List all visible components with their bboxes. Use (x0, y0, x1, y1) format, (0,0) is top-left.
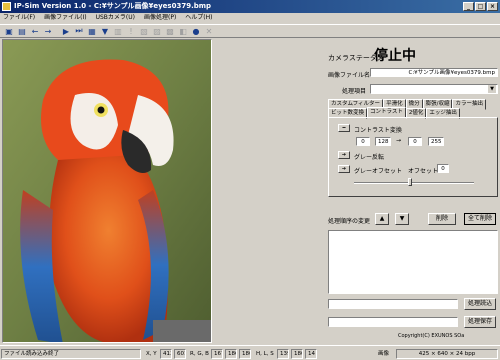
rgb-label: R, G, B (190, 351, 209, 357)
x-value: 413 (160, 349, 172, 359)
dropdown-arrow-icon: ▼ (488, 85, 496, 93)
menu-image-file[interactable]: 画像ファイル(I) (44, 13, 86, 23)
gray-invert-label: グレー反転 (354, 154, 385, 161)
back-arrow-icon[interactable]: ← (29, 25, 41, 37)
parrot-image (3, 40, 211, 342)
menu-usb-camera[interactable]: USBカメラ(U) (96, 13, 135, 23)
camera-icon[interactable]: ◧ (177, 25, 189, 37)
input-high-field[interactable]: 128 (375, 137, 391, 146)
image-view[interactable] (2, 39, 212, 343)
status-bar: ファイル読み込み終了 X, Y 413 601 R, G, B 167 186 … (0, 345, 500, 360)
y-value: 601 (174, 349, 186, 359)
title-bar: IP-Sim Version 1.0 - C:¥サンプル画像¥eyes0379.… (0, 0, 500, 13)
image-size-label: 画像 (378, 351, 390, 357)
gray-offset-label: グレーオフセット (354, 168, 403, 175)
h-value: 139 (277, 349, 289, 359)
image-size-value: 425 × 640 × 24 bpp (396, 349, 498, 359)
maximize-button[interactable]: □ (475, 2, 486, 11)
menu-bar: ファイル(F) 画像ファイル(I) USBカメラ(U) 画像処理(P) ヘルプ(… (0, 13, 500, 23)
copyright-text: Copyright(C) EXUNOS SOa (398, 333, 465, 339)
filter-icon[interactable]: ▼ (99, 25, 111, 37)
gray-offset-toggle[interactable]: ➔ (338, 165, 350, 173)
output-low-field[interactable]: 0 (408, 137, 422, 146)
play-icon[interactable]: ▶ (60, 25, 72, 37)
b-value: 180 (239, 349, 251, 359)
sample-icon[interactable]: ! (125, 25, 137, 37)
process-save-field[interactable] (328, 317, 458, 327)
menu-help[interactable]: ヘルプ(H) (185, 13, 212, 23)
r-value: 167 (211, 349, 223, 359)
gray-invert-toggle[interactable]: ➔ (338, 151, 350, 159)
forward-arrow-icon[interactable]: → (42, 25, 54, 37)
delete-button[interactable]: 削除 (428, 213, 456, 225)
input-low-field[interactable]: 0 (356, 137, 370, 146)
info-icon[interactable]: ✕ (203, 25, 215, 37)
next-icon[interactable]: ⏭ (73, 25, 85, 37)
xy-label: X, Y (146, 351, 157, 357)
copy-icon[interactable]: ▨ (151, 25, 163, 37)
process-item-select[interactable]: ▼ (370, 84, 498, 94)
grid-icon[interactable]: ▦ (86, 25, 98, 37)
g-value: 186 (225, 349, 237, 359)
offset-label: オフセット (408, 168, 439, 175)
menu-image-process[interactable]: 画像処理(P) (144, 13, 176, 23)
window-title: IP-Sim Version 1.0 - C:¥サンプル画像¥eyes0379.… (14, 2, 212, 10)
save-icon[interactable]: ▤ (16, 25, 28, 37)
tool-icon[interactable]: ▧ (138, 25, 150, 37)
camera-status-value: 停止中 (374, 48, 416, 64)
file-name-field: C:¥サンプル画像¥eyes0379.bmp (370, 68, 498, 77)
minimize-button[interactable]: _ (463, 2, 474, 11)
open-folder-icon[interactable]: ▣ (3, 25, 15, 37)
process-save-button[interactable]: 処理保存 (464, 316, 496, 328)
record-icon[interactable]: ● (190, 25, 202, 37)
camera-status: カメラステータス 停止中 (328, 43, 498, 65)
order-label: 処理順序の変更 (328, 218, 371, 225)
move-down-button[interactable]: ▼ (395, 213, 409, 225)
delete-all-button[interactable]: 全て削除 (464, 213, 496, 225)
process-item-label: 処理項目 (342, 88, 367, 95)
process-read-field[interactable] (328, 299, 458, 309)
app-icon (2, 2, 11, 11)
offset-slider-thumb[interactable] (408, 178, 412, 186)
l-value: 180 (291, 349, 303, 359)
move-up-button[interactable]: ▲ (375, 213, 389, 225)
paste-icon[interactable]: ▩ (164, 25, 176, 37)
toolbar: ▣ ▤ ← → ▶ ⏭ ▦ ▼ ▥ ! ▧ ▨ ▩ ◧ ● ✕ (0, 24, 500, 38)
status-message: ファイル読み込み終了 (1, 349, 141, 359)
menu-file[interactable]: ファイル(F) (3, 13, 35, 23)
close-button[interactable]: × (487, 2, 498, 11)
output-high-field[interactable]: 255 (428, 137, 444, 146)
process-read-button[interactable]: 処理読込 (464, 298, 496, 310)
file-name-label: 画像ファイル名 (328, 72, 371, 79)
s-value: 14 (305, 349, 317, 359)
offset-field[interactable]: 0 (437, 164, 449, 173)
contrast-convert-label: コントラスト変換 (354, 127, 402, 134)
process-order-list[interactable] (328, 230, 498, 294)
hls-label: H, L, S (256, 351, 274, 357)
contrast-arrow: → (396, 137, 402, 144)
offset-slider-track[interactable] (354, 182, 474, 184)
color-icon[interactable]: ▥ (112, 25, 124, 37)
contrast-convert-toggle[interactable]: ━ (338, 124, 350, 132)
